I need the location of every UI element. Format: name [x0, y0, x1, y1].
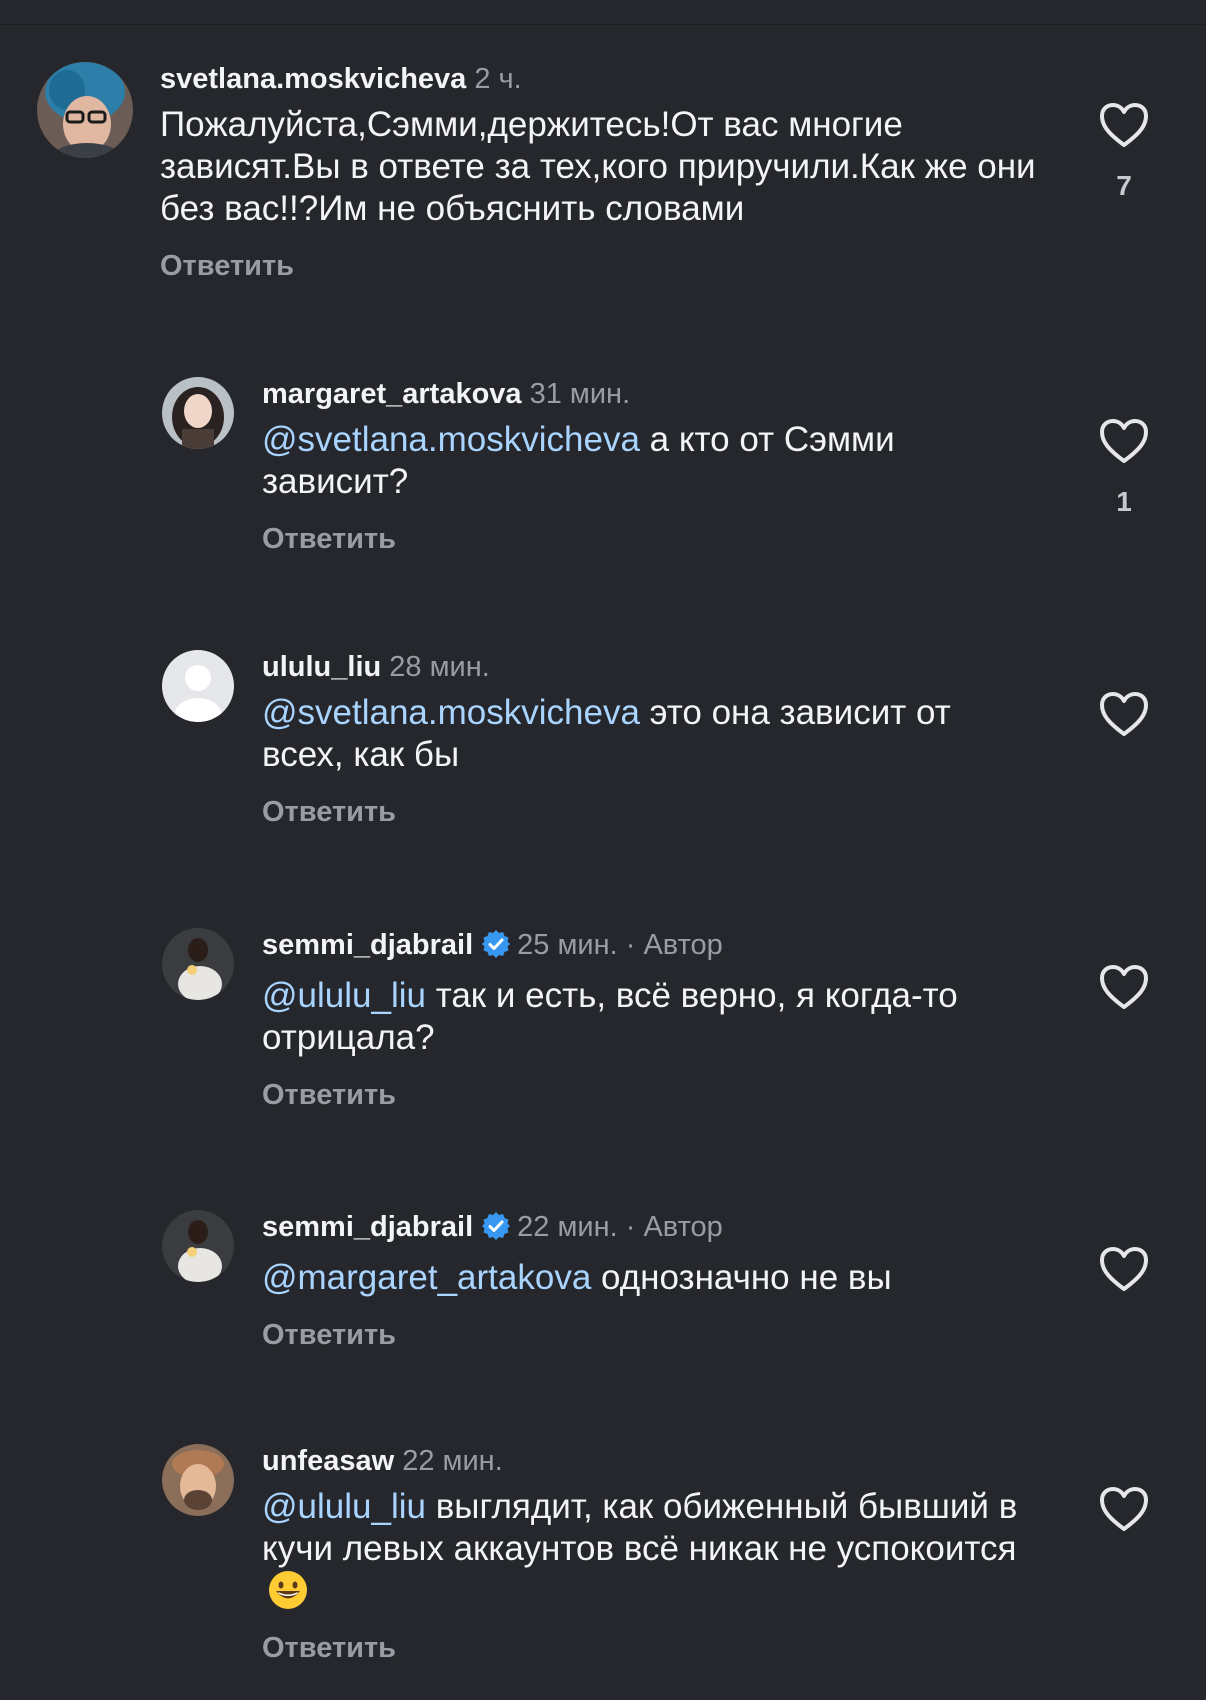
avatar[interactable] — [37, 62, 133, 158]
timestamp: 22 мин. — [402, 1445, 503, 1477]
avatar[interactable] — [162, 1210, 234, 1282]
comment-text: Пожалуйста,Сэмми,держитесь!От вас многие… — [160, 105, 1036, 228]
like-count: 7 — [1116, 170, 1132, 201]
reply-button[interactable]: Ответить — [262, 1632, 1042, 1665]
comment-text: @svetlana.moskvicheva это она зависит от… — [262, 693, 951, 774]
like-count: 1 — [1116, 486, 1132, 517]
heart-icon[interactable] — [1099, 964, 1149, 1010]
mention-link[interactable]: @svetlana.moskvicheva — [262, 420, 640, 459]
grinning-face-emoji — [268, 1570, 308, 1610]
comment-text: @svetlana.moskvicheva а кто от Сэмми зав… — [262, 420, 895, 501]
reply-button[interactable]: Ответить — [262, 1319, 1042, 1352]
mention-link[interactable]: @ululu_liu — [262, 1487, 426, 1526]
mention-link[interactable]: @svetlana.moskvicheva — [262, 693, 640, 732]
timestamp: 22 мин. — [517, 1211, 618, 1243]
heart-icon[interactable] — [1099, 691, 1149, 737]
default-avatar-icon[interactable] — [162, 650, 234, 722]
comment-text: @ululu_liu выглядит, как обиженный бывши… — [262, 1486, 1042, 1612]
timestamp: 31 мин. — [529, 378, 631, 410]
reply-button[interactable]: Ответить — [262, 523, 1042, 556]
avatar[interactable] — [162, 377, 234, 449]
timestamp: 25 мин. — [517, 929, 618, 961]
comment-text: @ululu_liu так и есть, всё верно, я когд… — [262, 976, 958, 1057]
mention-link[interactable]: @margaret_artakova — [262, 1258, 591, 1297]
username[interactable]: margaret_artakova — [262, 378, 522, 410]
timestamp: 28 мин. — [389, 651, 490, 683]
reply-button[interactable]: Ответить — [262, 796, 1042, 829]
reply-button[interactable]: Ответить — [262, 1079, 1042, 1112]
comment-text: @margaret_artakova однозначно не вы — [262, 1258, 892, 1297]
heart-icon[interactable] — [1099, 1246, 1149, 1292]
avatar[interactable] — [162, 1444, 234, 1516]
author-label: · Автор — [625, 1211, 723, 1243]
username[interactable]: semmi_djabrail — [262, 929, 473, 961]
mention-link[interactable]: @ululu_liu — [262, 976, 426, 1015]
heart-icon[interactable] — [1099, 102, 1149, 148]
username[interactable]: unfeasaw — [262, 1445, 394, 1477]
timestamp: 2 ч. — [474, 63, 522, 95]
username[interactable]: svetlana.moskvicheva — [160, 63, 466, 95]
username[interactable]: semmi_djabrail — [262, 1211, 473, 1243]
verified-badge-icon — [481, 1211, 511, 1249]
avatar[interactable] — [162, 928, 234, 1000]
author-label: · Автор — [625, 929, 723, 961]
verified-badge-icon — [481, 929, 511, 967]
username[interactable]: ululu_liu — [262, 651, 381, 683]
reply-button[interactable]: Ответить — [160, 250, 1040, 283]
top-divider — [0, 0, 1206, 25]
heart-icon[interactable] — [1099, 418, 1149, 464]
heart-icon[interactable] — [1099, 1486, 1149, 1532]
